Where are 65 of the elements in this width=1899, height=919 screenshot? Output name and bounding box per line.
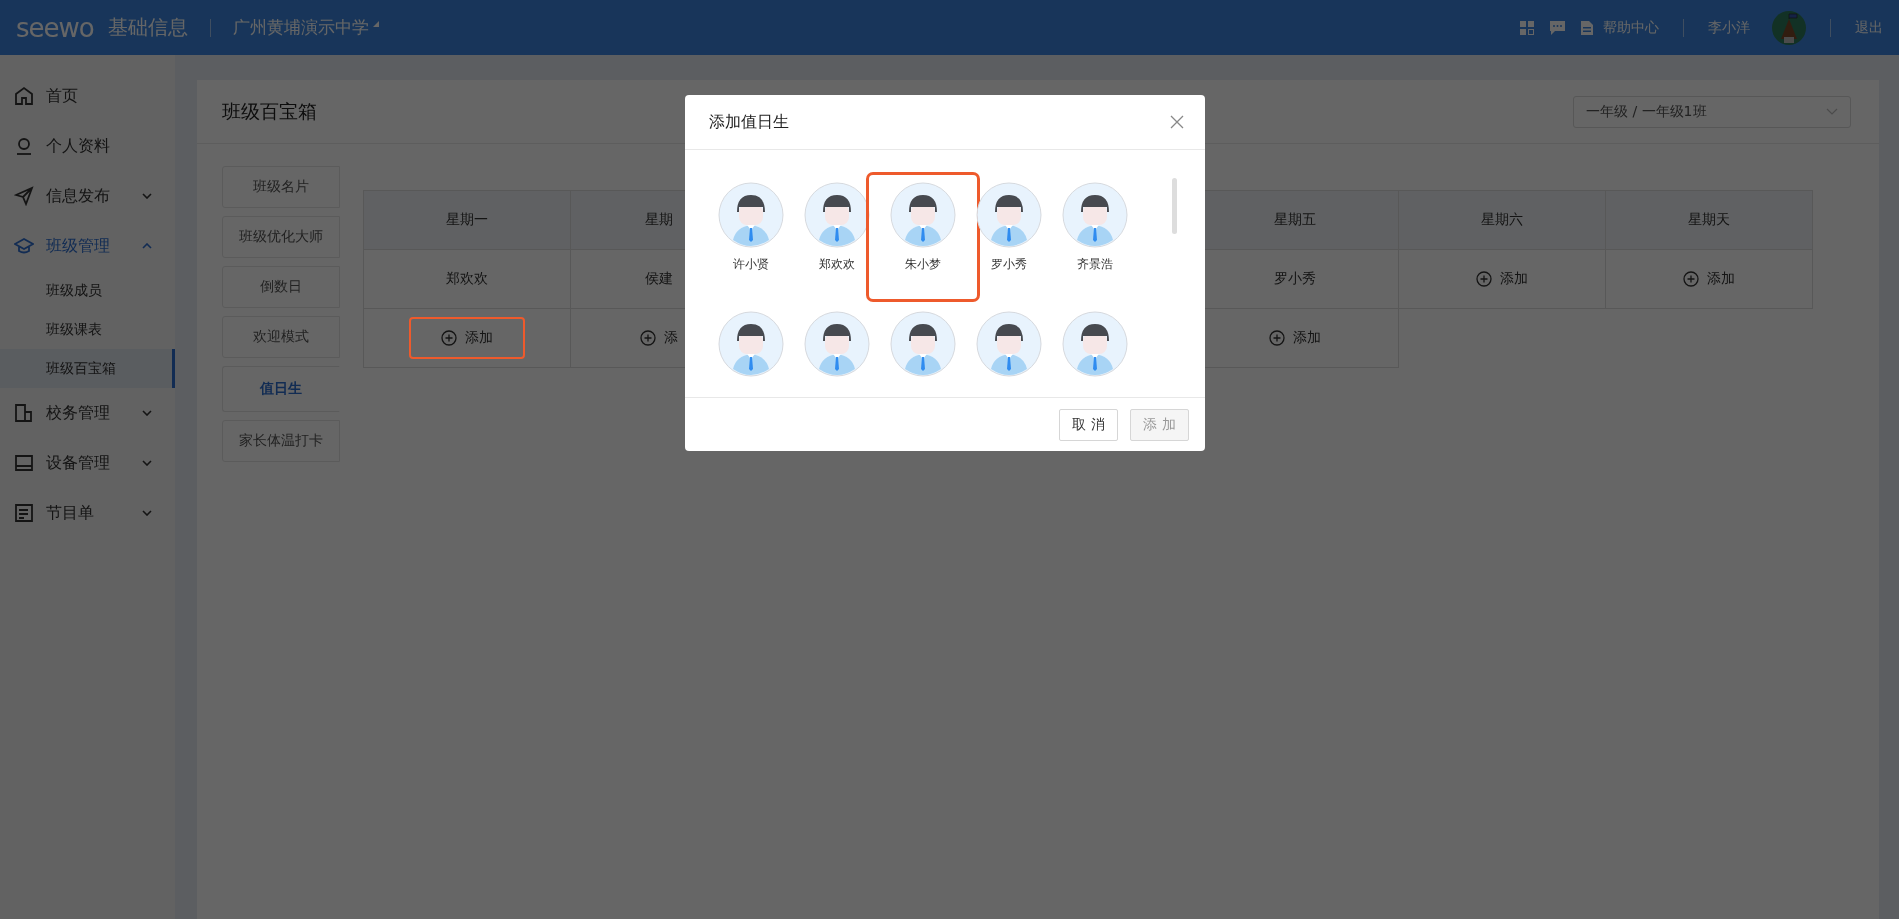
avatar-icon xyxy=(890,182,956,248)
page-title: 班级百宝箱 xyxy=(222,98,317,124)
corner-icon[interactable] xyxy=(372,20,379,27)
paper-plane-icon xyxy=(14,186,34,206)
plus-circle-icon xyxy=(1683,271,1699,287)
column-header: 星期六 xyxy=(1398,190,1606,250)
building-icon xyxy=(14,403,34,423)
home-icon xyxy=(14,86,34,106)
student-name: 罗小秀 xyxy=(991,256,1027,273)
chevron-down-icon xyxy=(1826,108,1838,115)
side-tab[interactable]: 班级名片 xyxy=(222,166,340,208)
school-name[interactable]: 广州黄埔演示中学 xyxy=(232,16,369,39)
avatar-icon xyxy=(804,311,870,377)
avatar-icon xyxy=(718,311,784,377)
nav-item[interactable]: 校务管理 xyxy=(0,388,175,438)
document-icon xyxy=(14,503,34,523)
close-icon[interactable] xyxy=(1170,115,1184,129)
nav-item[interactable]: 班级管理 xyxy=(0,221,175,271)
user-name[interactable]: 李小洋 xyxy=(1708,18,1750,37)
chat-icon[interactable] xyxy=(1550,20,1565,35)
avatar-icon xyxy=(976,182,1042,248)
nav-subitem[interactable]: 班级百宝箱 xyxy=(0,349,175,388)
document-icon[interactable] xyxy=(1581,20,1593,35)
student-name: 朱小梦 xyxy=(905,256,941,273)
class-select[interactable]: 一年级 / 一年级1班 xyxy=(1573,95,1851,128)
student-name: 齐景浩 xyxy=(1077,256,1113,273)
graduation-cap-icon xyxy=(14,236,34,256)
student-name: 许小贤 xyxy=(733,256,769,273)
nav-item[interactable]: 信息发布 xyxy=(0,171,175,221)
user-icon xyxy=(14,136,34,156)
nav-subitem[interactable]: 班级成员 xyxy=(0,271,175,310)
column-header: 星期一 xyxy=(363,190,571,250)
nav-item[interactable]: 个人资料 xyxy=(0,121,175,171)
dialog-title: 添加值日生 xyxy=(709,111,789,133)
grid-icon[interactable] xyxy=(1520,20,1534,35)
nav-item[interactable]: 设备管理 xyxy=(0,438,175,488)
nav-item[interactable]: 节目单 xyxy=(0,488,175,538)
help-center-link[interactable]: 帮助中心 xyxy=(1603,18,1659,37)
student-name: 郑欢欢 xyxy=(819,256,855,273)
plus-circle-icon xyxy=(640,330,656,346)
avatar-icon xyxy=(976,311,1042,377)
product-name: 基础信息 xyxy=(107,14,188,41)
avatar-icon xyxy=(718,182,784,248)
cancel-button[interactable]: 取 消 xyxy=(1059,408,1118,441)
logout-link[interactable]: 退出 xyxy=(1855,18,1883,37)
side-tab[interactable]: 班级优化大师 xyxy=(222,216,340,258)
plus-circle-icon xyxy=(441,330,457,346)
avatar-icon xyxy=(1062,311,1128,377)
side-tab[interactable]: 欢迎模式 xyxy=(222,316,340,358)
plus-circle-icon xyxy=(1476,271,1492,287)
avatar-icon xyxy=(1062,182,1128,248)
user-avatar[interactable] xyxy=(1772,10,1806,45)
column-header: 星期天 xyxy=(1605,190,1813,250)
side-tab[interactable]: 倒数日 xyxy=(222,266,340,308)
side-tab[interactable]: 家长体温打卡 xyxy=(222,420,340,462)
monitor-icon xyxy=(14,453,34,473)
avatar-icon xyxy=(804,182,870,248)
add-button[interactable]: 添加 xyxy=(409,317,525,359)
nav-subitem[interactable]: 班级课表 xyxy=(0,310,175,349)
plus-circle-icon xyxy=(1269,330,1285,346)
side-tab[interactable]: 值日生 xyxy=(222,366,340,412)
nav-item[interactable]: 首页 xyxy=(0,71,175,121)
logo: seewo xyxy=(16,12,94,43)
avatar-icon xyxy=(890,311,956,377)
student-option[interactable]: 齐景浩 xyxy=(1052,178,1138,283)
